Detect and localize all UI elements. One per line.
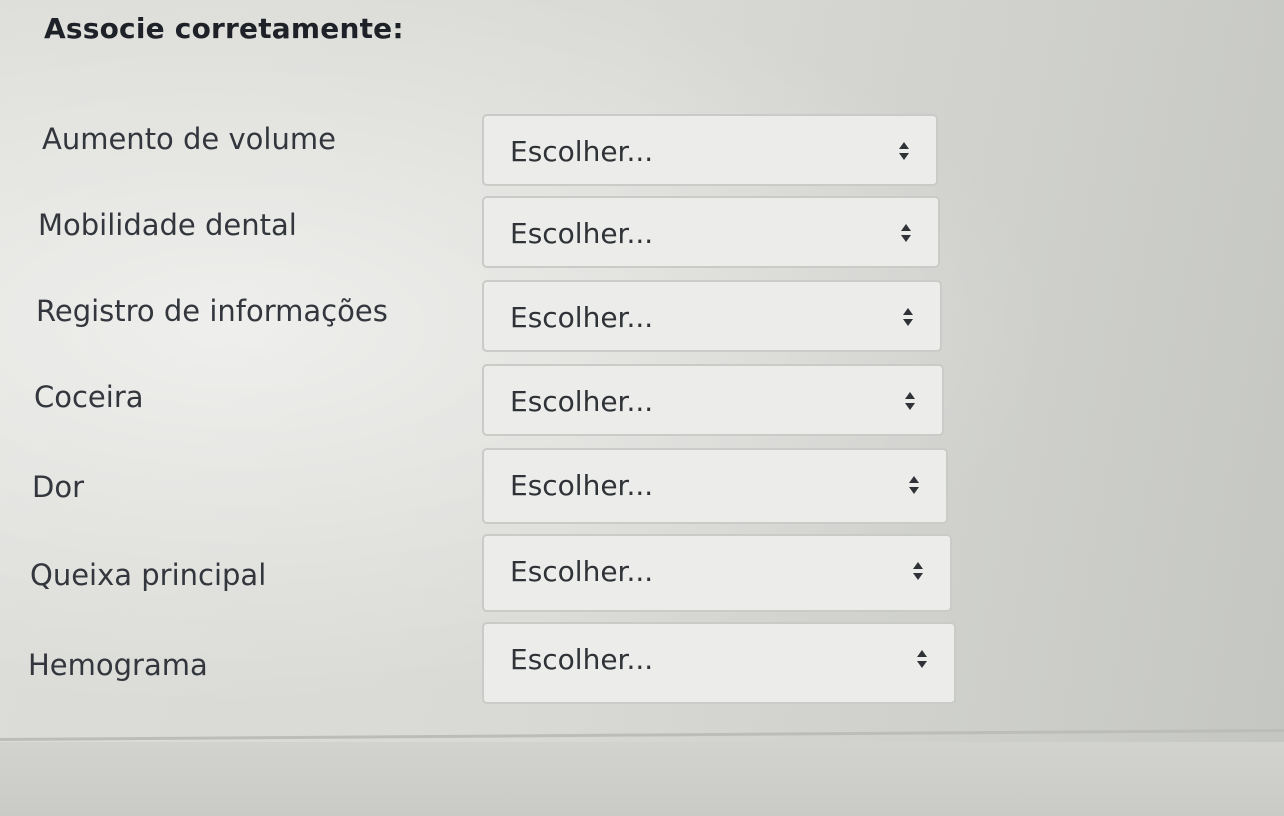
match-select-value: Escolher... (510, 555, 654, 588)
chevron-up-down-icon (899, 142, 909, 160)
match-select[interactable]: Escolher... (482, 114, 938, 186)
match-select-value: Escolher... (510, 469, 654, 502)
match-row: Hemograma Escolher... (0, 622, 1284, 704)
match-row-label: Mobilidade dental (38, 208, 297, 242)
page-footer-area (0, 742, 1284, 816)
match-select[interactable]: Escolher... (482, 196, 940, 268)
match-select-value: Escolher... (510, 135, 654, 168)
chevron-up-down-icon (901, 224, 911, 242)
match-row-label: Registro de informações (36, 294, 388, 328)
chevron-up-down-icon (917, 650, 927, 668)
match-row: Registro de informações Escolher... (0, 280, 1284, 360)
match-row: Queixa principal Escolher... (0, 534, 1284, 614)
match-select[interactable]: Escolher... (482, 280, 942, 352)
question-instruction: Associe corretamente: (44, 12, 404, 45)
match-select[interactable]: Escolher... (482, 622, 956, 704)
match-select-value: Escolher... (510, 385, 654, 418)
match-row: Aumento de volume Escolher... (0, 112, 1284, 192)
match-select[interactable]: Escolher... (482, 364, 944, 436)
match-row-label: Coceira (34, 380, 144, 414)
match-row: Mobilidade dental Escolher... (0, 196, 1284, 276)
match-row: Dor Escolher... (0, 448, 1284, 528)
match-select-value: Escolher... (510, 217, 654, 250)
match-row-label: Queixa principal (30, 558, 267, 592)
section-divider (0, 729, 1284, 741)
match-select-value: Escolher... (510, 643, 654, 676)
match-select[interactable]: Escolher... (482, 448, 948, 524)
match-row: Coceira Escolher... (0, 364, 1284, 444)
match-row-label: Aumento de volume (42, 122, 336, 156)
match-select[interactable]: Escolher... (482, 534, 952, 612)
chevron-up-down-icon (913, 562, 923, 580)
chevron-up-down-icon (903, 308, 913, 326)
match-row-label: Hemograma (28, 648, 208, 682)
match-select-value: Escolher... (510, 301, 654, 334)
chevron-up-down-icon (905, 392, 915, 410)
chevron-up-down-icon (909, 476, 919, 494)
match-row-label: Dor (32, 470, 84, 504)
